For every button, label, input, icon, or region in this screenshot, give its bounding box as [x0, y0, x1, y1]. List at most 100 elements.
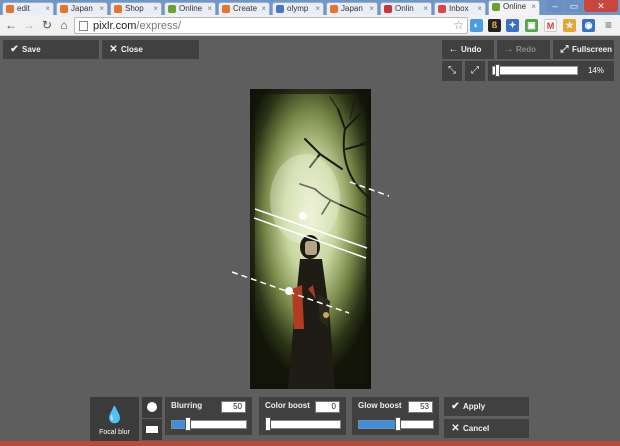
tab-favicon-icon [276, 5, 284, 13]
color-boost-control: Color boost 0 [259, 397, 346, 435]
tab-title: Japan [341, 4, 363, 13]
circle-icon [147, 402, 157, 412]
tab-close-icon[interactable]: × [207, 3, 212, 14]
zoom-out-icon[interactable]: ⤡ [442, 61, 462, 81]
tab-title: edit [17, 4, 30, 13]
minimize-icon[interactable]: – [546, 0, 564, 12]
browser-tab[interactable]: edit × [2, 2, 54, 15]
home-icon[interactable]: ⌂ [57, 18, 71, 32]
tab-close-icon[interactable]: × [477, 3, 482, 14]
browser-tab[interactable]: Online × [164, 2, 216, 15]
back-arrow-icon[interactable]: ← [4, 18, 18, 32]
close-button[interactable]: ✕ Close [102, 40, 199, 59]
zoom-control: 14% [488, 61, 614, 81]
blurring-control: Blurring 50 [165, 397, 252, 435]
extension-icon[interactable]: ▣ [525, 19, 538, 32]
browser-tab[interactable]: Create × [218, 2, 270, 15]
blurring-slider-track[interactable] [171, 420, 247, 429]
zoom-slider-thumb[interactable] [495, 64, 500, 77]
tab-favicon-icon [438, 5, 446, 13]
tab-title: Onlin [395, 4, 414, 13]
browser-tab[interactable]: Japan × [56, 2, 108, 15]
tab-favicon-icon [114, 5, 122, 13]
tab-title: Online [503, 2, 527, 11]
linear-shape-button[interactable] [142, 419, 162, 440]
pixlr-editor: ✔ Save ✕ Close ← Undo → Redo ⤢ Fullscreen ⤡ ⤢… [0, 37, 620, 446]
tab-favicon-icon [384, 5, 392, 13]
fullscreen-icon: ⤢ [560, 44, 569, 55]
glow-boost-label: Glow boost [358, 401, 402, 410]
browser-tab[interactable]: Shop × [110, 2, 162, 15]
save-button[interactable]: ✔ Save [3, 40, 99, 59]
bookmark-star-icon[interactable]: ☆ [453, 18, 464, 33]
water-drop-icon: 💧 [104, 407, 125, 424]
color-boost-label: Color boost [265, 401, 310, 410]
tab-favicon-icon [168, 5, 176, 13]
undo-button[interactable]: ← Undo [442, 40, 494, 59]
focal-blur-label: Focal blur [99, 429, 130, 436]
glow-boost-control: Glow boost 53 [352, 397, 439, 435]
gmail-icon[interactable]: M [544, 19, 557, 32]
reload-icon[interactable]: ↻ [40, 18, 54, 32]
menu-icon[interactable]: ≡ [602, 19, 615, 32]
browser-tab[interactable]: Inbox × [434, 2, 486, 15]
browser-tab[interactable]: olymp × [272, 2, 324, 15]
extension-icon[interactable]: ◉ [582, 19, 595, 32]
photo-canvas[interactable] [250, 89, 371, 389]
url-text: pixlr.com/express/ [93, 20, 182, 32]
color-boost-slider-track[interactable] [265, 420, 341, 429]
check-icon: ✔ [10, 44, 19, 55]
color-boost-slider-thumb[interactable] [265, 417, 271, 431]
close-icon: ✕ [451, 423, 460, 434]
os-taskbar [0, 441, 620, 446]
tab-title: Create [233, 4, 258, 13]
tab-close-icon[interactable]: × [45, 3, 50, 14]
zoom-in-icon[interactable]: ⤢ [465, 61, 485, 81]
blurring-label: Blurring [171, 401, 203, 410]
browser-tab-strip: edit × Japan × Shop × Online × Create × olymp × Japa… [0, 0, 620, 15]
tab-favicon-icon [492, 3, 500, 11]
tab-close-icon[interactable]: × [153, 3, 158, 14]
fullscreen-button[interactable]: ⤢ Fullscreen [553, 40, 614, 59]
glow-boost-value[interactable]: 53 [408, 401, 433, 413]
zoom-slider-track[interactable] [492, 66, 578, 75]
browser-toolbar: ← → ↻ ⌂ pixlr.com/express/ ☆ ◐ ß ✦ ▣ M ★… [0, 15, 620, 36]
browser-tab[interactable]: Japan × [326, 2, 378, 15]
tab-close-icon[interactable]: × [315, 3, 320, 14]
linear-bar-icon [146, 426, 158, 433]
apply-button[interactable]: ✔ Apply [444, 397, 529, 416]
tab-title: Online [179, 4, 203, 13]
window-close-icon[interactable]: ✕ [584, 0, 618, 12]
glow-boost-slider-thumb[interactable] [395, 417, 401, 431]
tab-close-icon[interactable]: × [99, 3, 104, 14]
tab-favicon-icon [60, 5, 68, 13]
tab-close-icon[interactable]: × [531, 1, 536, 12]
cancel-button[interactable]: ✕ Cancel [444, 419, 529, 438]
tab-favicon-icon [6, 5, 14, 13]
page-icon [79, 21, 88, 31]
maximize-icon[interactable]: ▭ [565, 0, 583, 12]
blurring-slider-thumb[interactable] [185, 417, 191, 431]
tab-close-icon[interactable]: × [423, 3, 428, 14]
undo-arrow-icon: ← [448, 44, 459, 55]
check-icon: ✔ [451, 401, 460, 412]
focal-blur-tool-button[interactable]: 💧 Focal blur [90, 397, 139, 445]
address-bar[interactable]: pixlr.com/express/ ☆ [74, 17, 468, 34]
browser-tab[interactable]: Onlin × [380, 2, 432, 15]
circle-shape-button[interactable] [142, 397, 162, 418]
tab-title: olymp [287, 4, 309, 13]
blurring-value[interactable]: 50 [221, 401, 246, 413]
browser-tab[interactable]: Online × [488, 0, 540, 15]
redo-button[interactable]: → Redo [497, 40, 550, 59]
tab-title: Shop [125, 4, 144, 13]
forward-arrow-icon[interactable]: → [22, 18, 36, 32]
extension-icon[interactable]: ★ [563, 19, 576, 32]
extension-icon[interactable]: ◐ [470, 19, 483, 32]
tab-close-icon[interactable]: × [261, 3, 266, 14]
extension-icon[interactable]: ß [488, 19, 501, 32]
color-boost-value[interactable]: 0 [315, 401, 340, 413]
tab-favicon-icon [330, 5, 338, 13]
extension-icon[interactable]: ✦ [506, 19, 519, 32]
photo-image [250, 89, 371, 389]
tab-close-icon[interactable]: × [369, 3, 374, 14]
